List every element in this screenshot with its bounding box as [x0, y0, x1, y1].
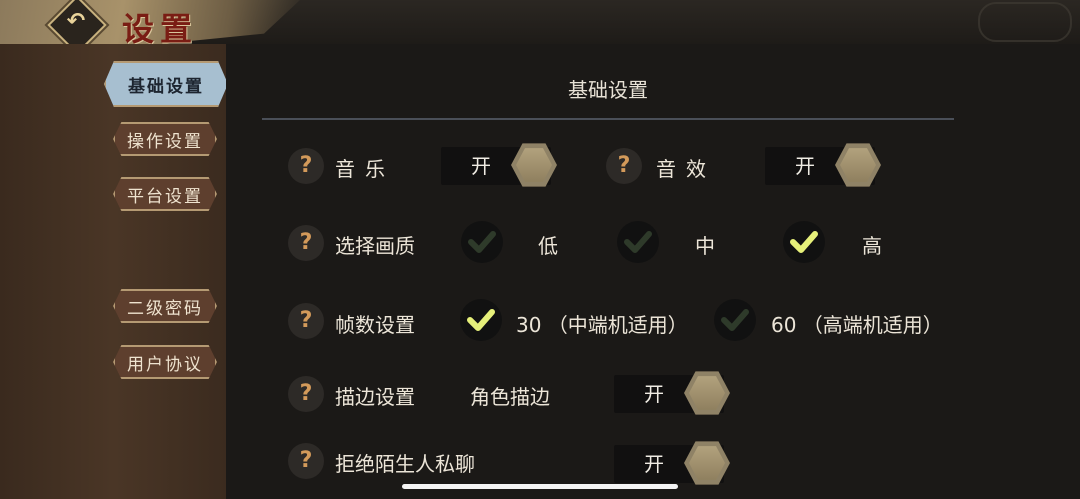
fps-label: 帧数设置 — [335, 313, 415, 337]
check-icon — [790, 231, 818, 253]
quality-mid-checkbox[interactable] — [617, 221, 659, 263]
character-outline-label: 角色描边 — [470, 385, 550, 409]
sfx-toggle[interactable]: 开 — [765, 143, 881, 187]
section-divider — [262, 118, 954, 120]
outline-label: 描边设置 — [335, 385, 415, 409]
music-toggle[interactable]: 开 — [441, 143, 557, 187]
sidebar — [0, 44, 226, 499]
reject-strangers-label: 拒绝陌生人私聊 — [335, 452, 475, 476]
check-icon — [721, 309, 749, 331]
cloud-ornament-icon — [978, 2, 1072, 42]
sidebar-item-user-agreement[interactable]: 用户协议 — [113, 345, 217, 379]
quality-high-label: 高 — [862, 234, 882, 258]
check-icon — [467, 309, 495, 331]
quality-low-checkbox[interactable] — [461, 221, 503, 263]
home-indicator[interactable] — [402, 484, 678, 489]
fps-30-label: 30 （中端机适用） — [516, 313, 688, 337]
sidebar-item-label: 二级密码 — [127, 298, 203, 319]
quality-label: 选择画质 — [335, 234, 415, 258]
check-icon — [624, 231, 652, 253]
help-icon[interactable]: ? — [606, 148, 642, 184]
sidebar-item-basic-settings[interactable]: 基础设置 — [104, 61, 228, 107]
section-title: 基础设置 — [568, 78, 648, 102]
back-arrow-icon[interactable]: ↶ — [62, 8, 90, 36]
fps-60-checkbox[interactable] — [714, 299, 756, 341]
check-icon — [468, 231, 496, 253]
help-icon[interactable]: ? — [288, 148, 324, 184]
sidebar-item-control-settings[interactable]: 操作设置 — [113, 122, 217, 156]
toggle-text: 开 — [644, 452, 664, 476]
help-icon[interactable]: ? — [288, 303, 324, 339]
sidebar-item-label: 平台设置 — [127, 186, 203, 207]
sidebar-item-platform-settings[interactable]: 平台设置 — [113, 177, 217, 211]
reject-strangers-toggle[interactable]: 开 — [614, 441, 730, 485]
toggle-text: 开 — [644, 382, 664, 406]
quality-low-label: 低 — [538, 234, 558, 258]
sfx-label: 音效 — [656, 157, 716, 181]
outline-toggle[interactable]: 开 — [614, 371, 730, 415]
quality-mid-label: 中 — [695, 234, 715, 258]
settings-panel — [226, 44, 1080, 499]
sidebar-item-secondary-password[interactable]: 二级密码 — [113, 289, 217, 323]
sidebar-item-label: 操作设置 — [127, 131, 203, 152]
sidebar-item-label: 基础设置 — [128, 76, 204, 97]
toggle-text: 开 — [795, 154, 815, 178]
fps-30-checkbox[interactable] — [460, 299, 502, 341]
fps-60-label: 60 （高端机适用） — [771, 313, 943, 337]
help-icon[interactable]: ? — [288, 225, 324, 261]
help-icon[interactable]: ? — [288, 443, 324, 479]
sidebar-item-label: 用户协议 — [127, 354, 203, 375]
quality-high-checkbox[interactable] — [783, 221, 825, 263]
help-icon[interactable]: ? — [288, 376, 324, 412]
music-label: 音乐 — [335, 157, 395, 181]
toggle-text: 开 — [471, 154, 491, 178]
